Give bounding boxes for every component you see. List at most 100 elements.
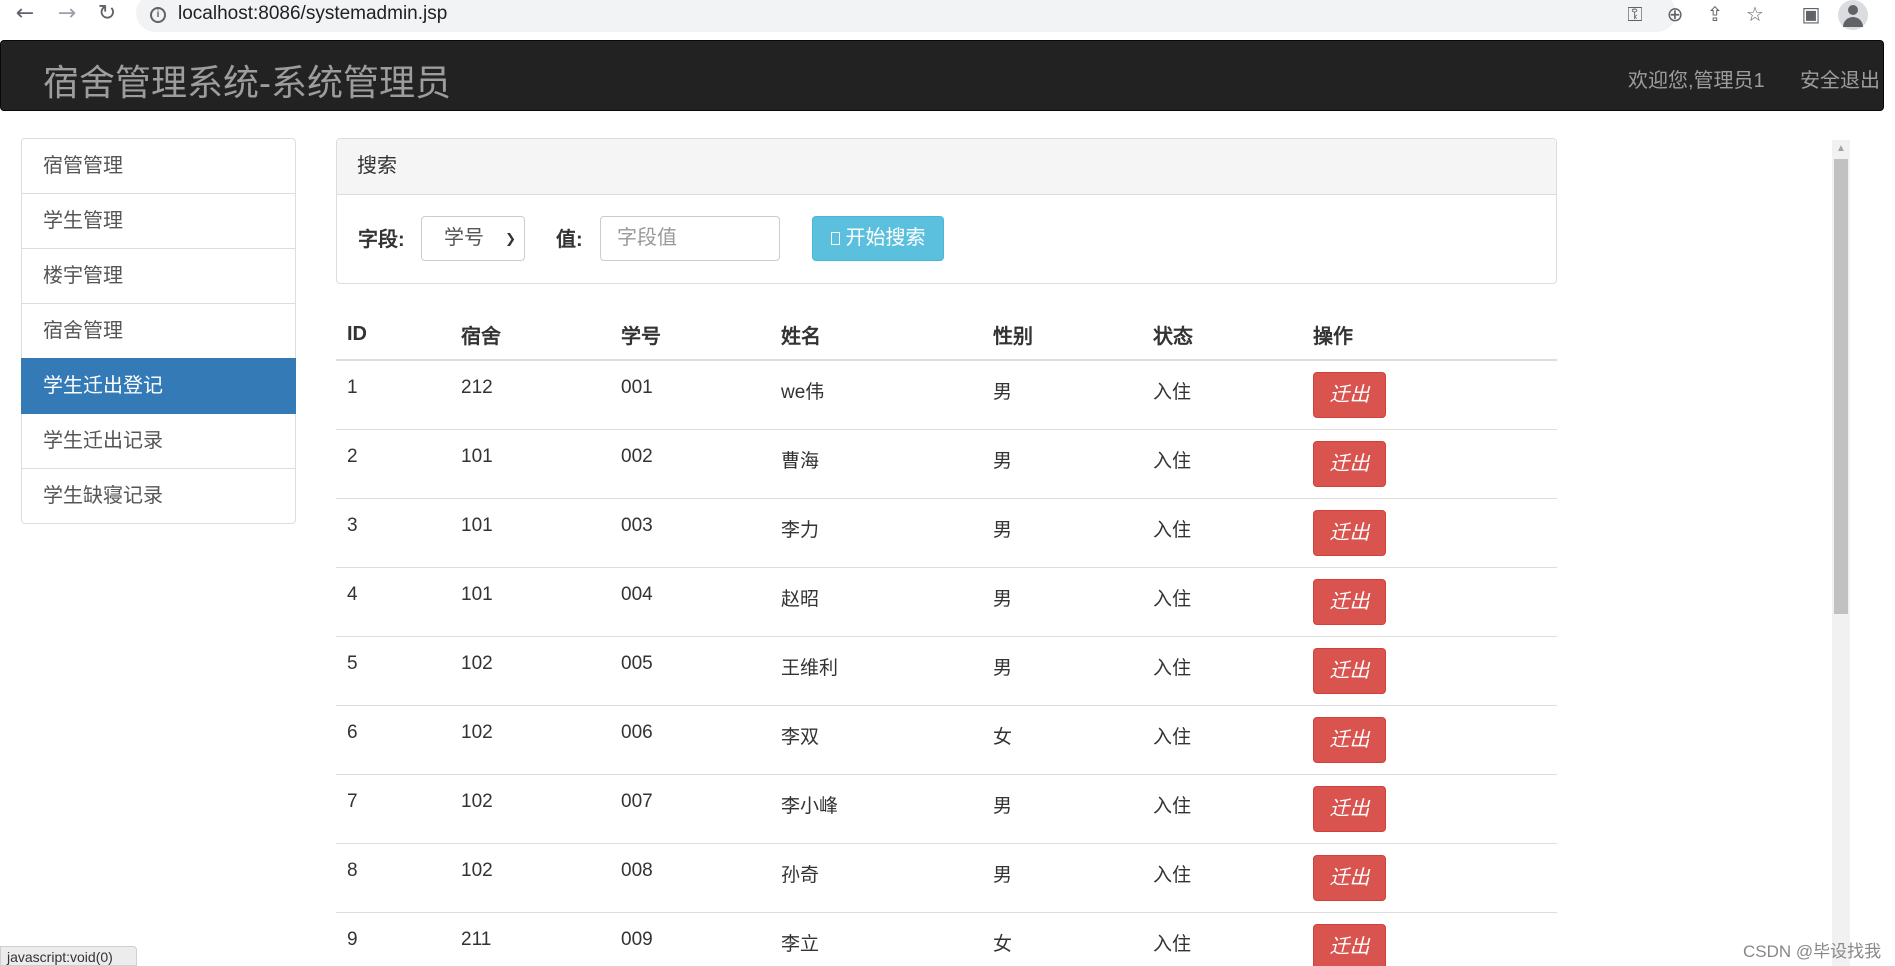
cell-student-no: 002 — [610, 428, 770, 498]
move-out-button[interactable]: 迁出 — [1313, 716, 1386, 763]
cell-status: 入住 — [1142, 911, 1302, 966]
field-select-value: 学号 — [444, 227, 484, 249]
search-panel: 搜索 字段: 学号 ❯ 值: 开始搜索 — [336, 138, 1557, 284]
cell-dorm: 102 — [450, 842, 610, 912]
page-scrollbar[interactable]: ▲ — [1832, 140, 1850, 966]
cell-name: 李双 — [770, 704, 982, 774]
url-text[interactable]: localhost:8086/systemadmin.jsp — [178, 3, 447, 25]
logout-link[interactable]: 安全退出 — [1800, 64, 1880, 93]
cell-gender: 男 — [982, 773, 1142, 843]
move-out-button[interactable]: 迁出 — [1313, 785, 1386, 832]
move-out-button[interactable]: 迁出 — [1313, 854, 1386, 901]
move-out-button[interactable]: 迁出 — [1313, 372, 1386, 418]
side-panel-icon[interactable]: ▣ — [1797, 0, 1825, 28]
cell-name: 李力 — [770, 497, 982, 567]
col-header-dorm: 宿舍 — [450, 310, 610, 361]
cell-id: 4 — [336, 566, 450, 636]
forward-arrow-icon[interactable]: → — [54, 2, 80, 28]
table-header-row: ID 宿舍 学号 姓名 性别 状态 操作 — [336, 310, 1557, 361]
back-arrow-icon[interactable]: ← — [12, 2, 38, 28]
move-out-button[interactable]: 迁出 — [1313, 509, 1386, 556]
sidebar-item-dorm[interactable]: 宿舍管理 — [21, 303, 296, 359]
cell-student-no: 009 — [610, 911, 770, 966]
cell-dorm: 101 — [450, 566, 610, 636]
bookmark-star-icon[interactable]: ☆ — [1741, 0, 1769, 28]
col-header-id: ID — [336, 310, 450, 361]
move-out-button[interactable]: 迁出 — [1313, 578, 1386, 625]
table-row: 1 212 001 we伟 男 入住 迁出 — [336, 359, 1557, 429]
cell-dorm: 101 — [450, 428, 610, 498]
col-header-gender: 性别 — [982, 310, 1142, 361]
sidebar-item-building[interactable]: 楼宇管理 — [21, 248, 296, 304]
table-row: 9 211 009 李立 女 入住 迁出 — [336, 911, 1557, 966]
cell-gender: 男 — [982, 842, 1142, 912]
table-row: 7 102 007 李小峰 男 入住 迁出 — [336, 773, 1557, 843]
sidebar-item-dorm-manager[interactable]: 宿管管理 — [21, 138, 296, 194]
cell-gender: 女 — [982, 911, 1142, 966]
cell-student-no: 003 — [610, 497, 770, 567]
cell-action: 迁出 — [1302, 566, 1557, 636]
move-out-button[interactable]: 迁出 — [1313, 440, 1386, 487]
cell-id: 5 — [336, 635, 450, 705]
zoom-icon[interactable]: ⊕ — [1661, 0, 1689, 28]
search-panel-heading: 搜索 — [337, 139, 1556, 195]
profile-avatar-icon[interactable] — [1838, 0, 1868, 30]
table-row: 3 101 003 李力 男 入住 迁出 — [336, 497, 1557, 567]
cell-name: we伟 — [770, 359, 982, 429]
cell-status: 入住 — [1142, 497, 1302, 567]
cell-action: 迁出 — [1302, 842, 1557, 912]
move-out-button[interactable]: 迁出 — [1313, 647, 1386, 694]
cell-gender: 男 — [982, 635, 1142, 705]
cell-status: 入住 — [1142, 773, 1302, 843]
cell-id: 8 — [336, 842, 450, 912]
password-key-icon[interactable]: ⚿ — [1621, 0, 1649, 28]
reload-icon[interactable]: ↻ — [94, 2, 120, 28]
browser-toolbar: ← → ↻ i localhost:8086/systemadmin.jsp ⚿… — [0, 0, 1895, 39]
scroll-up-arrow-icon[interactable]: ▲ — [1832, 140, 1850, 158]
address-bar[interactable]: i localhost:8086/systemadmin.jsp — [136, 0, 1676, 32]
cell-status: 入住 — [1142, 842, 1302, 912]
cell-status: 入住 — [1142, 704, 1302, 774]
cell-dorm: 101 — [450, 497, 610, 567]
app-title[interactable]: 宿舍管理系统-系统管理员 — [43, 54, 451, 106]
share-icon[interactable]: ⇪ — [1701, 0, 1729, 28]
col-header-status: 状态 — [1142, 310, 1302, 361]
field-select[interactable]: 学号 ❯ — [421, 216, 525, 261]
site-info-icon[interactable]: i — [150, 7, 166, 23]
cell-id: 2 — [336, 428, 450, 498]
cell-student-no: 001 — [610, 359, 770, 429]
scrollbar-thumb[interactable] — [1834, 159, 1848, 614]
cell-action: 迁出 — [1302, 635, 1557, 705]
sidebar-item-move-out-record[interactable]: 学生迁出记录 — [21, 413, 296, 469]
cell-gender: 男 — [982, 566, 1142, 636]
field-label: 字段: — [358, 229, 405, 251]
cell-name: 赵昭 — [770, 566, 982, 636]
sidebar-item-move-out-register[interactable]: 学生迁出登记 — [21, 358, 296, 414]
table-row: 4 101 004 赵昭 男 入住 迁出 — [336, 566, 1557, 636]
cell-student-no: 007 — [610, 773, 770, 843]
cell-status: 入住 — [1142, 566, 1302, 636]
cell-status: 入住 — [1142, 428, 1302, 498]
sidebar-item-student[interactable]: 学生管理 — [21, 193, 296, 249]
cell-action: 迁出 — [1302, 911, 1557, 966]
sidebar-item-absence-record[interactable]: 学生缺寝记录 — [21, 468, 296, 524]
cell-student-no: 008 — [610, 842, 770, 912]
table-row: 2 101 002 曹海 男 入住 迁出 — [336, 428, 1557, 498]
move-out-button[interactable]: 迁出 — [1313, 923, 1386, 966]
search-icon — [830, 232, 840, 245]
col-header-action: 操作 — [1302, 310, 1557, 361]
cell-action: 迁出 — [1302, 497, 1557, 567]
cell-id: 6 — [336, 704, 450, 774]
start-search-button[interactable]: 开始搜索 — [812, 216, 944, 261]
table-row: 5 102 005 王维利 男 入住 迁出 — [336, 635, 1557, 705]
link-status-bar: javascript:void(0) — [0, 946, 137, 966]
cell-name: 王维利 — [770, 635, 982, 705]
cell-id: 1 — [336, 359, 450, 429]
start-search-label: 开始搜索 — [845, 227, 926, 249]
cell-id: 9 — [336, 911, 450, 966]
cell-action: 迁出 — [1302, 359, 1557, 429]
cell-gender: 女 — [982, 704, 1142, 774]
value-input[interactable] — [600, 216, 780, 261]
welcome-text: 欢迎您,管理员1 — [1628, 70, 1765, 92]
cell-action: 迁出 — [1302, 704, 1557, 774]
